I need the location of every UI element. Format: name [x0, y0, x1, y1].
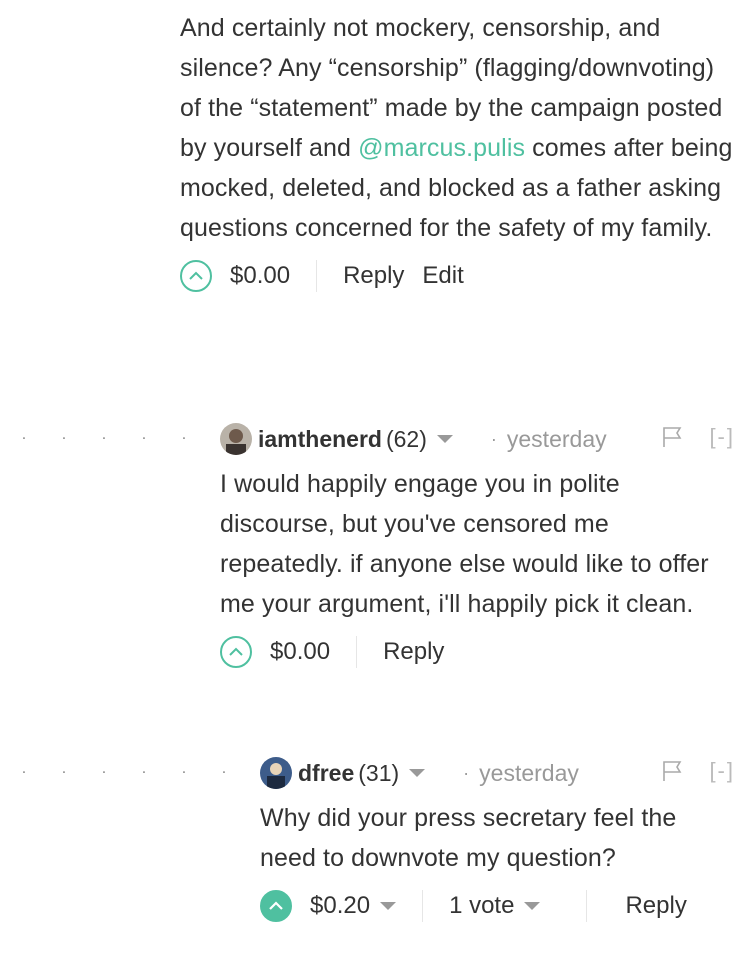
comment-tools: [-]	[661, 424, 735, 450]
comment-2: iamthenerd (62) · yesterday [-] I would …	[220, 420, 735, 674]
comment-footer: $0.20 1 vote Reply	[260, 884, 735, 928]
avatar[interactable]	[260, 757, 292, 789]
payout-value[interactable]: $0.20	[310, 892, 397, 920]
payout-value[interactable]: $0.00	[230, 262, 290, 290]
timestamp[interactable]: yesterday	[479, 760, 579, 787]
collapse-toggle[interactable]: [-]	[709, 758, 735, 784]
avatar[interactable]	[220, 423, 252, 455]
comment-footer: $0.00 Reply Edit	[180, 254, 735, 298]
chevron-up-icon	[229, 647, 243, 656]
caret-down-icon[interactable]	[409, 769, 426, 777]
thread-indent-dots: .....	[21, 426, 187, 443]
thread-indent-dots: ......	[21, 760, 227, 777]
reputation-badge: (31)	[358, 759, 400, 786]
edit-button[interactable]: Edit	[422, 262, 463, 290]
vote-count[interactable]: 1 vote	[449, 892, 541, 920]
caret-down-icon[interactable]	[436, 435, 453, 443]
divider	[586, 890, 588, 922]
separator-dot: ·	[463, 762, 470, 783]
caret-down-icon[interactable]	[380, 902, 397, 910]
comment-1: And certainly not mockery, censorship, a…	[180, 8, 735, 298]
timestamp[interactable]: yesterday	[507, 426, 607, 453]
upvote-button[interactable]	[180, 260, 212, 292]
comment-header: dfree (31) · yesterday [-]	[260, 754, 735, 792]
reply-button[interactable]: Reply	[625, 892, 686, 920]
collapse-toggle[interactable]: [-]	[709, 424, 735, 450]
comment-body: And certainly not mockery, censorship, a…	[180, 8, 735, 248]
chevron-up-icon	[189, 271, 203, 280]
comment-footer: $0.00 Reply	[220, 630, 735, 674]
user-mention-link[interactable]: @marcus.pulis	[358, 134, 525, 162]
upvote-button[interactable]	[260, 890, 292, 922]
chevron-up-icon	[269, 901, 283, 910]
author-name[interactable]: dfree	[298, 760, 354, 787]
comment-header: iamthenerd (62) · yesterday [-]	[220, 420, 735, 458]
caret-down-icon[interactable]	[524, 902, 541, 910]
comment-3: dfree (31) · yesterday [-] Why did your …	[260, 754, 735, 928]
vote-count-label: 1 vote	[449, 892, 515, 919]
comment-body: I would happily engage you in polite dis…	[220, 470, 709, 618]
upvote-button[interactable]	[220, 636, 252, 668]
payout-value[interactable]: $0.00	[270, 638, 330, 666]
payout-amount: $0.20	[310, 892, 371, 919]
reply-button[interactable]: Reply	[343, 262, 404, 290]
author-name[interactable]: iamthenerd	[258, 426, 382, 453]
divider	[356, 636, 358, 668]
separator-dot: ·	[490, 428, 497, 449]
comment-body: Why did your press secretary feel the ne…	[260, 804, 677, 872]
reputation-badge: (62)	[385, 425, 427, 452]
flag-icon[interactable]	[661, 760, 683, 782]
flag-icon[interactable]	[661, 426, 683, 448]
divider	[316, 260, 318, 292]
reply-button[interactable]: Reply	[383, 638, 444, 666]
divider	[422, 890, 424, 922]
comment-tools: [-]	[661, 758, 735, 784]
